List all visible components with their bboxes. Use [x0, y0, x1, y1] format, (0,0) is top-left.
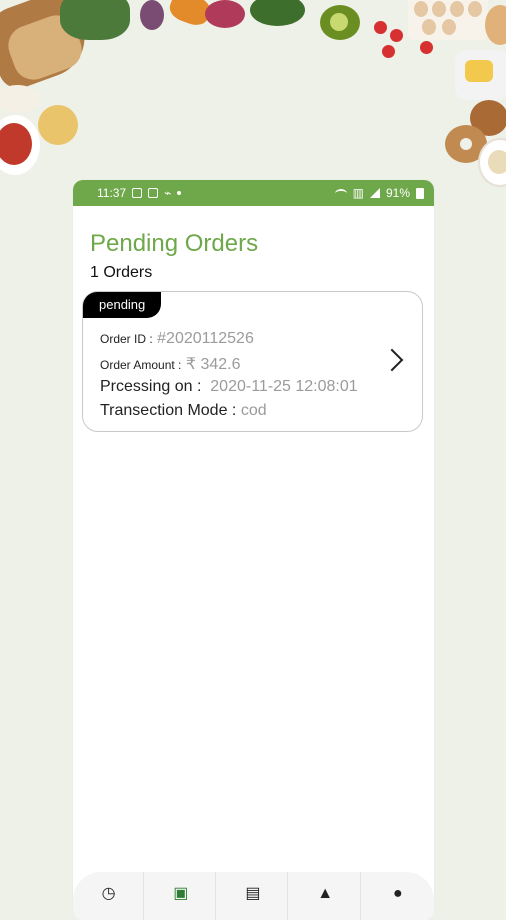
status-badge: pending [83, 292, 162, 318]
status-time: 11:37 [97, 186, 127, 200]
page-title: Pending Orders [90, 230, 259, 257]
signal-icon [369, 188, 380, 198]
transaction-mode-row: Transection Mode : cod [100, 402, 267, 420]
battery-icon [416, 187, 424, 199]
nav-item-history[interactable]: ◷ [74, 872, 145, 920]
wifi-icon [334, 188, 347, 198]
order-id-row: Order ID : #2020112526 [100, 330, 254, 348]
calendar-icon [148, 188, 159, 198]
bottle-decoration [455, 50, 506, 100]
orders-count: 1 Orders [90, 264, 153, 281]
usb-icon: ⌁ [164, 186, 172, 200]
clock-icon: ◷ [101, 885, 116, 902]
tomato-bowl-decoration [0, 115, 40, 175]
transaction-mode-label: Transection Mode : [100, 402, 237, 419]
chevron-right-icon[interactable] [380, 348, 404, 372]
broccoli-decoration [250, 0, 305, 26]
user-icon: ● [393, 885, 403, 902]
shallot-decoration [140, 0, 164, 30]
order-card[interactable]: pending Order ID : #2020112526 Order Amo… [82, 291, 423, 432]
radish-decoration [205, 0, 245, 28]
eggs-decoration [408, 0, 488, 40]
nav-item-profile[interactable]: ● [363, 872, 433, 920]
garlic-decoration [0, 85, 40, 113]
order-id-label: Order ID : [100, 332, 153, 346]
avocado-decoration [320, 5, 360, 40]
greens-decoration [60, 0, 130, 40]
processing-row: Prcessing on : 2020-11-25 12:08:01 [100, 378, 358, 396]
bottom-navigation: ◷ ▣ ▤ ▲ ● [73, 872, 434, 920]
image-icon [132, 188, 143, 198]
nav-item-orders[interactable]: ▤ [218, 872, 289, 920]
notification-dot-icon [177, 191, 182, 195]
bell-icon: ▲ [317, 885, 334, 902]
order-amount-row: Order Amount : ₹ 342.6 [100, 354, 241, 374]
battery-percentage: 91% [385, 186, 410, 200]
pasta-decoration [38, 105, 78, 145]
transaction-mode-value: cod [240, 402, 267, 419]
processing-label: Prcessing on : [100, 378, 202, 395]
status-bar: 11:37 ⌁ ▥ 91% [73, 180, 434, 206]
volte-icon: ▥ [352, 186, 364, 200]
processing-value: 2020-11-25 12:08:01 [210, 378, 358, 395]
nav-item-saved[interactable]: ▣ [146, 872, 217, 920]
order-id-value: #2020112526 [157, 330, 254, 347]
box-icon: ▤ [245, 885, 261, 902]
bun-decoration [485, 5, 506, 45]
order-amount-value: ₹ 342.6 [185, 356, 241, 373]
nav-item-notifications[interactable]: ▲ [291, 872, 361, 920]
save-icon: ▣ [173, 885, 189, 902]
phone-screen: 11:37 ⌁ ▥ 91% Pending Orders 1 Orders pe… [73, 180, 434, 920]
order-amount-label: Order Amount : [100, 358, 182, 372]
